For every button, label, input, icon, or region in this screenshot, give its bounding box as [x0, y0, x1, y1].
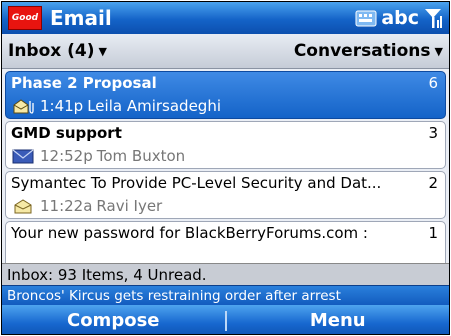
device-screen: Good Email abc Inbox (4) ▼ Conversations… — [1, 1, 450, 335]
message-list: Phase 2 Proposal 6 1:41p Leila Amirsadeg… — [2, 69, 449, 263]
keyboard-icon — [355, 10, 377, 27]
title-bar: Good Email abc — [2, 2, 449, 34]
compose-button[interactable]: Compose — [2, 310, 225, 331]
view-selector[interactable]: Conversations ▼ — [294, 41, 443, 61]
status-icons: abc — [355, 7, 443, 29]
folder-header: Inbox (4) ▼ Conversations ▼ — [2, 34, 449, 69]
message-sender: Tom Buxton — [96, 147, 186, 165]
signal-icon — [425, 9, 442, 28]
message-sender: Leila Amirsadeghi — [87, 97, 221, 115]
open-envelope-icon — [14, 199, 32, 214]
message-count: 6 — [428, 74, 438, 92]
news-ticker[interactable]: Broncos' Kircus gets restraining order a… — [2, 285, 449, 306]
inbox-summary: Inbox: 93 Items, 4 Unread. — [7, 266, 207, 284]
message-item[interactable]: Your new password for BlackBerryForums.c… — [5, 221, 446, 263]
closed-envelope-icon — [12, 149, 34, 164]
menu-button[interactable]: Menu — [227, 310, 450, 331]
message-time: 11:22a — [40, 197, 93, 215]
message-count: 2 — [428, 174, 438, 192]
inbox-summary-bar: Inbox: 93 Items, 4 Unread. — [2, 263, 449, 286]
folder-label: Inbox (4) — [8, 41, 95, 61]
message-item[interactable]: Phase 2 Proposal 6 1:41p Leila Amirsadeg… — [5, 71, 446, 119]
message-time: 12:52p — [40, 147, 93, 165]
message-subject: GMD support — [11, 124, 122, 142]
message-meta: 1:41p Leila Amirsadeghi — [12, 97, 221, 115]
app-title: Email — [50, 6, 112, 30]
chevron-down-icon: ▼ — [434, 44, 443, 58]
softkey-bar: Compose Menu — [2, 305, 450, 334]
message-subject: Phase 2 Proposal — [11, 74, 157, 92]
message-count: 3 — [428, 124, 438, 142]
chevron-down-icon: ▼ — [98, 44, 107, 58]
folder-selector[interactable]: Inbox (4) ▼ — [8, 41, 107, 61]
message-item[interactable]: GMD support 3 12:52p Tom Buxton — [5, 121, 446, 169]
message-subject: Symantec To Provide PC-Level Security an… — [11, 174, 382, 192]
input-mode-indicator: abc — [381, 7, 419, 29]
message-count: 1 — [428, 224, 438, 242]
view-label: Conversations — [293, 41, 431, 61]
message-meta: 11:22a Ravi Iyer — [12, 197, 162, 215]
message-item[interactable]: Symantec To Provide PC-Level Security an… — [5, 171, 446, 219]
ticker-headline: Broncos' Kircus gets restraining order a… — [7, 288, 341, 304]
message-meta: 12:52p Tom Buxton — [12, 147, 185, 165]
message-subject: Your new password for BlackBerryForums.c… — [11, 224, 368, 242]
open-envelope-attachment-icon — [13, 99, 34, 114]
message-time: 1:41p — [40, 97, 84, 115]
message-sender: Ravi Iyer — [96, 197, 163, 215]
good-logo: Good — [8, 6, 42, 30]
